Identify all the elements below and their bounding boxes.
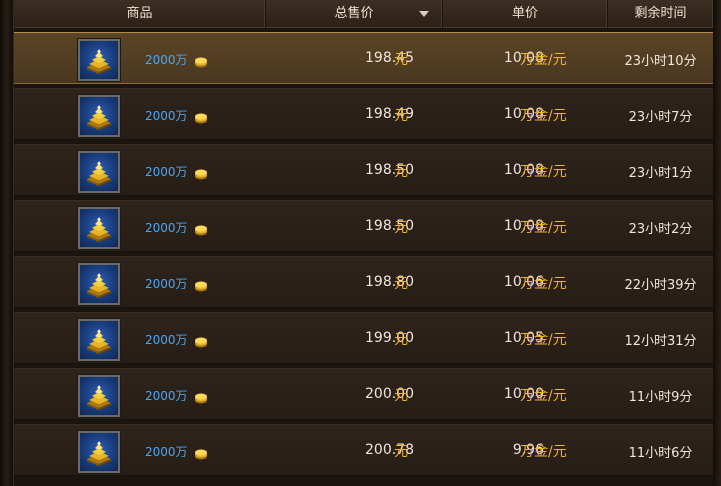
listing-row[interactable]: 2000万 200.00 元 10.00 万金/元 11小时9分: [14, 368, 713, 420]
time-left: 23小时10分: [624, 54, 697, 69]
column-header-unit-price[interactable]: 单价: [443, 0, 608, 28]
gold-coin-icon: [194, 389, 208, 404]
total-price: 200.00: [365, 386, 414, 402]
item-name: 2000万: [145, 445, 188, 459]
item-name: 2000万: [145, 333, 188, 347]
column-header-item[interactable]: 商品: [14, 0, 266, 28]
column-header-time-left[interactable]: 剩余时间: [608, 0, 713, 28]
time-left: 23小时7分: [628, 110, 693, 125]
left-frame-border: [0, 0, 14, 486]
gold-coin-icon: [194, 53, 208, 68]
unit-price-label: 万金/元: [520, 276, 567, 292]
gold-coin-icon: [194, 277, 208, 292]
gold-ingot-pile-icon[interactable]: [78, 375, 120, 417]
listing-row[interactable]: 2000万 199.00 元 10.05 万金/元 12小时31分: [14, 312, 713, 364]
listing-row[interactable]: 2000万 200.78 元 9.96 万金/元 11小时6分: [14, 424, 713, 476]
listing-row[interactable]: 2000万 198.80 元 10.06 万金/元 22小时39分: [14, 256, 713, 308]
unit-price-label: 万金/元: [520, 444, 567, 460]
unit-price-label: 万金/元: [520, 108, 567, 124]
item-name: 2000万: [145, 165, 188, 179]
price-currency-label: 元: [394, 52, 408, 68]
price-currency-label: 元: [394, 164, 408, 180]
price-currency-label: 元: [394, 276, 408, 292]
total-price: 198.80: [365, 274, 414, 290]
price-currency-label: 元: [394, 388, 408, 404]
total-price: 199.00: [365, 330, 414, 346]
listing-row[interactable]: 2000万 198.49 元 10.08 万金/元 23小时7分: [14, 88, 713, 140]
column-header-total-price[interactable]: 总售价: [266, 0, 443, 28]
item-name: 2000万: [145, 389, 188, 403]
listing-row[interactable]: 2000万 198.50 元 10.08 万金/元 23小时2分: [14, 200, 713, 252]
right-frame-border: [713, 0, 721, 486]
item-name: 2000万: [145, 277, 188, 291]
column-header-total-price-label: 总售价: [334, 6, 374, 21]
item-name: 2000万: [145, 53, 188, 67]
listing-row[interactable]: 2000万 198.50 元 10.08 万金/元 23小时1分: [14, 144, 713, 196]
unit-price-label: 万金/元: [520, 164, 567, 180]
time-left: 12小时31分: [624, 334, 697, 349]
price-currency-label: 元: [394, 332, 408, 348]
sort-descending-icon[interactable]: [419, 11, 429, 17]
time-left: 22小时39分: [624, 278, 697, 293]
time-left: 11小时6分: [628, 446, 693, 461]
time-left: 11小时9分: [628, 390, 693, 405]
gold-ingot-pile-icon[interactable]: [78, 151, 120, 193]
gold-ingot-pile-icon[interactable]: [78, 95, 120, 137]
gold-coin-icon: [194, 333, 208, 348]
gold-ingot-pile-icon[interactable]: [78, 431, 120, 473]
gold-ingot-pile-icon[interactable]: [78, 39, 120, 81]
unit-price-label: 万金/元: [520, 388, 567, 404]
price-currency-label: 元: [394, 444, 408, 460]
listing-table-body: 2000万 198.45 元 10.08 万金/元 23小时10分 2000万 …: [14, 32, 713, 480]
gold-coin-icon: [194, 165, 208, 180]
item-name: 2000万: [145, 221, 188, 235]
total-price: 198.50: [365, 218, 414, 234]
listing-row[interactable]: 2000万 198.45 元 10.08 万金/元 23小时10分: [14, 32, 713, 84]
time-left: 23小时2分: [628, 222, 693, 237]
total-price: 198.50: [365, 162, 414, 178]
unit-price-label: 万金/元: [520, 220, 567, 236]
total-price: 200.78: [365, 442, 414, 458]
table-header: 商品 总售价 单价 剩余时间: [14, 0, 713, 28]
time-left: 23小时1分: [628, 166, 693, 181]
gold-coin-icon: [194, 221, 208, 236]
gold-ingot-pile-icon[interactable]: [78, 319, 120, 361]
gold-ingot-pile-icon[interactable]: [78, 263, 120, 305]
price-currency-label: 元: [394, 220, 408, 236]
total-price: 198.49: [365, 106, 414, 122]
total-price: 198.45: [365, 50, 414, 66]
gold-ingot-pile-icon[interactable]: [78, 207, 120, 249]
gold-coin-icon: [194, 445, 208, 460]
price-currency-label: 元: [394, 108, 408, 124]
unit-price-label: 万金/元: [520, 332, 567, 348]
unit-price-label: 万金/元: [520, 52, 567, 68]
item-name: 2000万: [145, 109, 188, 123]
gold-coin-icon: [194, 109, 208, 124]
